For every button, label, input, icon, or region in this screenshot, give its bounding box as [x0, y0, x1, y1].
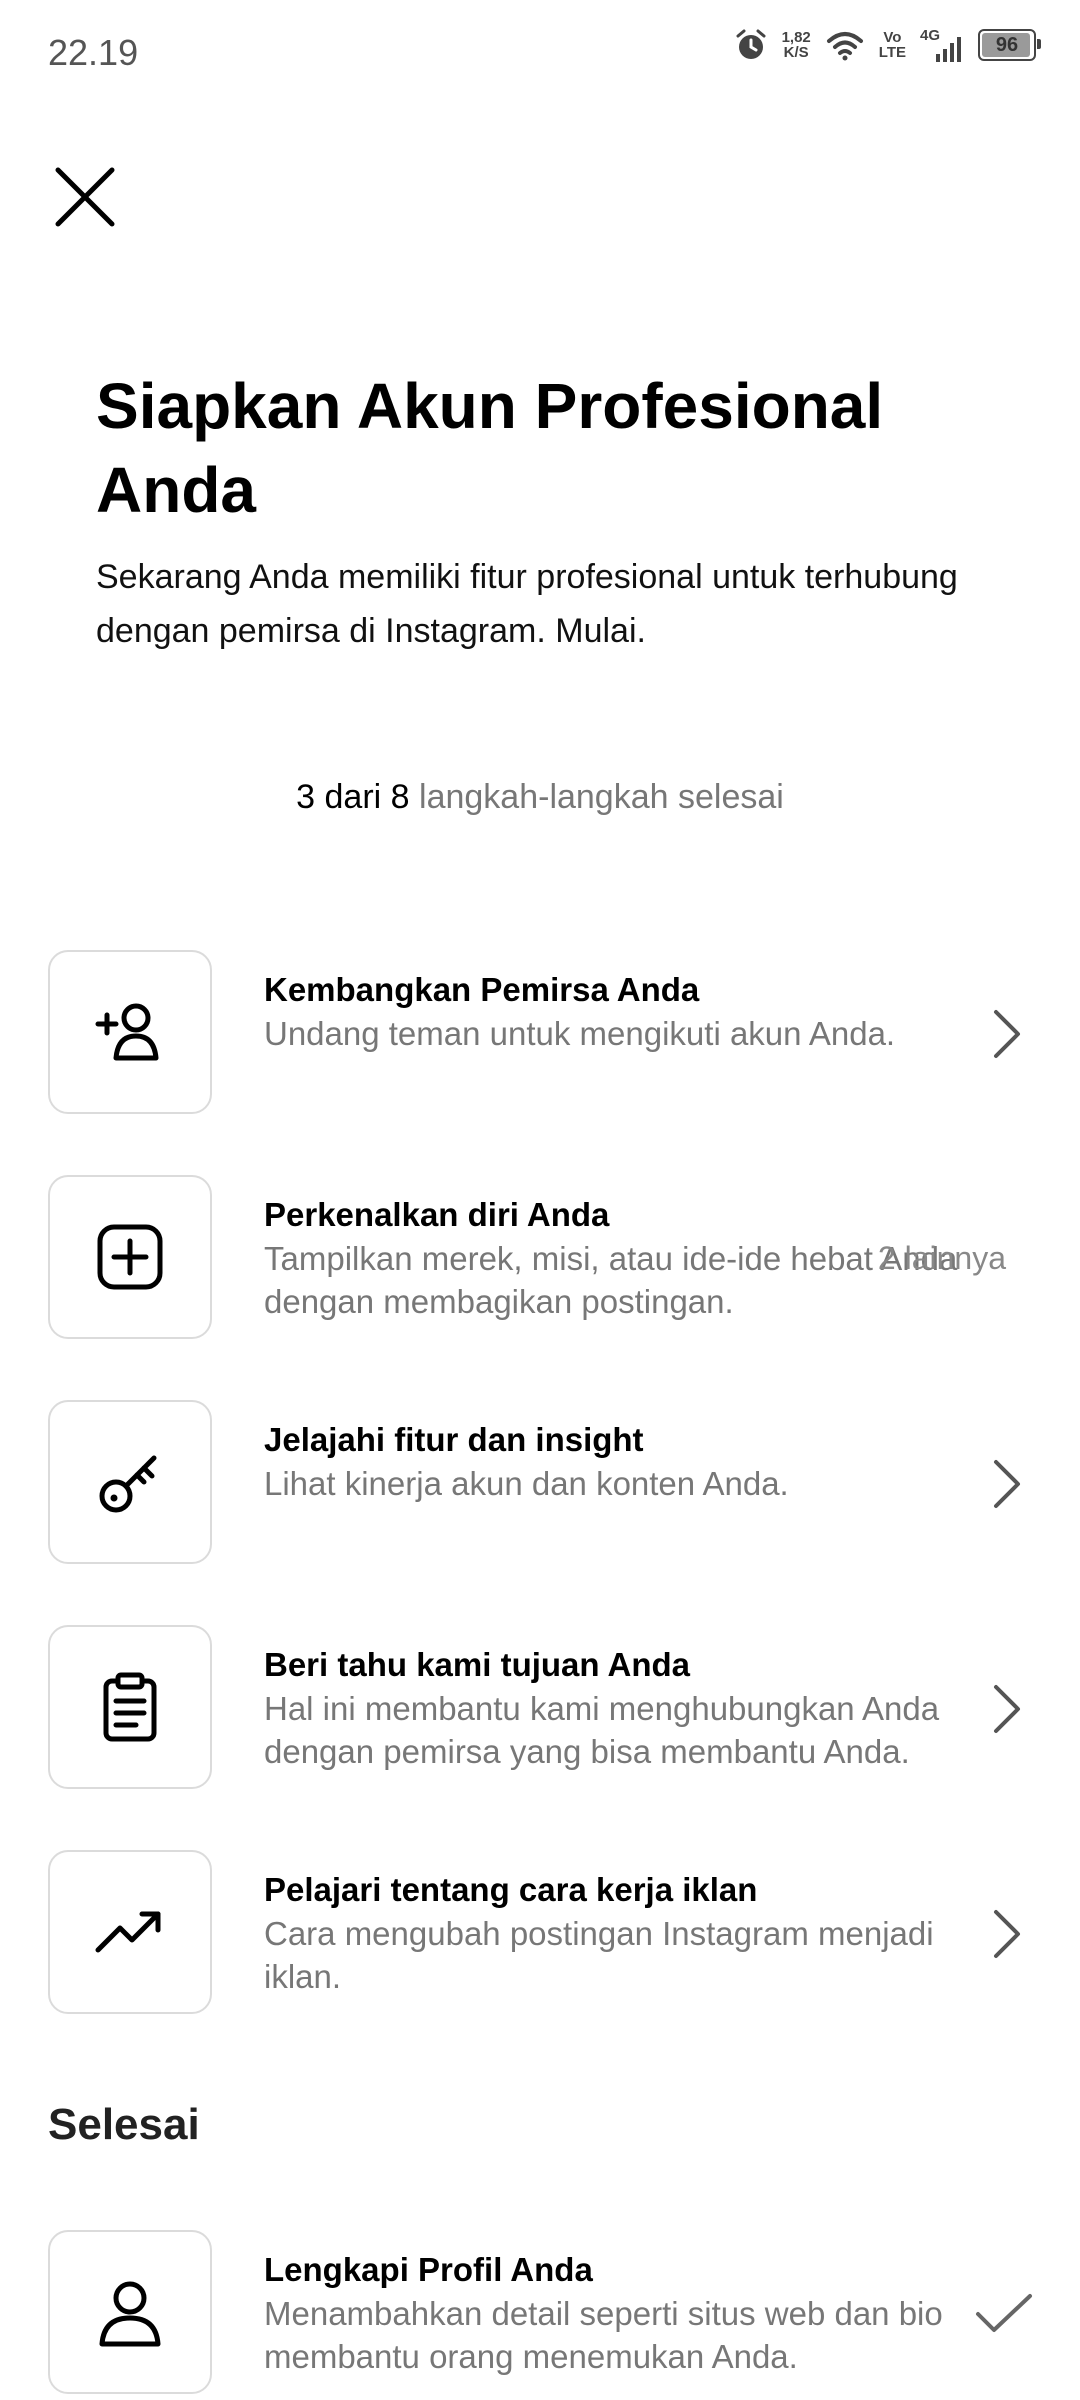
step-icon-tile — [48, 950, 212, 1114]
battery-cap — [1037, 39, 1041, 49]
volte-bottom: LTE — [878, 44, 906, 61]
step-title: Pelajari tentang cara kerja iklan — [264, 1871, 758, 1908]
step-explore-insights[interactable]: Jelajahi fitur dan insight Lihat kinerja… — [48, 1400, 1038, 1568]
page-subtitle: Sekarang Anda memiliki fitur profesional… — [96, 558, 958, 650]
step-text: Pelajari tentang cara kerja iklan Cara m… — [264, 1868, 964, 1998]
volte-top: Vo — [883, 29, 902, 46]
progress-rest: langkah-langkah selesai — [419, 778, 784, 816]
status-icons: 1,82 K/S Vo LTE 4G 96 — [734, 28, 1041, 62]
alarm-icon — [736, 29, 766, 59]
step-text: Lengkapi Profil Anda Menambahkan detail … — [264, 2248, 964, 2378]
step-icon-tile — [48, 1625, 212, 1789]
close-icon — [55, 167, 115, 227]
wifi-icon — [826, 32, 863, 61]
step-title: Jelajahi fitur dan insight — [264, 1421, 644, 1458]
net-speed-unit: K/S — [783, 44, 809, 61]
chevron-right-icon — [994, 1910, 1020, 1958]
net-speed-value: 1,82 — [781, 29, 811, 46]
step-icon-tile — [48, 1175, 212, 1339]
step-text: Beri tahu kami tujuan Anda Hal ini memba… — [264, 1643, 964, 1773]
page-title: Siapkan Akun Profesional Anda — [96, 370, 884, 526]
person-icon — [99, 2281, 161, 2347]
signal-strength: 4G — [920, 28, 964, 62]
chevron-right-icon — [994, 1685, 1020, 1733]
step-icon-tile — [48, 1850, 212, 2014]
step-icon-tile — [48, 1400, 212, 1564]
net-speed: 1,82 K/S — [782, 30, 811, 60]
completed-section-title: Selesai — [48, 2100, 200, 2149]
battery-icon: 96 — [978, 29, 1041, 61]
clipboard-icon — [103, 1672, 157, 1742]
trending-up-icon — [95, 1911, 161, 1953]
step-title: Beri tahu kami tujuan Anda — [264, 1646, 691, 1683]
step-text: Perkenalkan diri Anda Tampilkan merek, m… — [264, 1193, 964, 1323]
step-learn-ads[interactable]: Pelajari tentang cara kerja iklan Cara m… — [48, 1850, 1038, 2018]
close-button[interactable] — [50, 162, 120, 232]
add-post-icon — [97, 1224, 163, 1290]
step-description: Cara mengubah postingan Instagram menjad… — [264, 1915, 934, 1995]
more-steps-label: 2 lainnya — [877, 1240, 1006, 1276]
step-text: Jelajahi fitur dan insight Lihat kinerja… — [264, 1418, 964, 1505]
step-tell-goals[interactable]: Beri tahu kami tujuan Anda Hal ini memba… — [48, 1625, 1038, 1793]
step-description: Menambahkan detail seperti situs web dan… — [264, 2295, 943, 2375]
step-grow-audience[interactable]: Kembangkan Pemirsa Anda Undang teman unt… — [48, 950, 1038, 1118]
step-title: Lengkapi Profil Anda — [264, 2251, 593, 2288]
step-title: Perkenalkan diri Anda — [264, 1196, 610, 1233]
step-text: Kembangkan Pemirsa Anda Undang teman unt… — [264, 968, 964, 1055]
chevron-right-icon — [994, 1010, 1020, 1058]
checkmark-icon — [976, 2294, 1032, 2332]
step-icon-tile — [48, 2230, 212, 2394]
battery-level: 96 — [995, 33, 1019, 56]
status-bar: 22.19 1,82 K/S Vo LTE 4G 96 — [0, 0, 1080, 110]
signal-icon — [936, 37, 961, 62]
progress-done: 3 dari 8 — [296, 778, 410, 816]
completed-complete-profile[interactable]: Lengkapi Profil Anda Menambahkan detail … — [48, 2230, 1038, 2398]
add-person-icon — [95, 1003, 159, 1061]
step-description: Tampilkan merek, misi, atau ide-ide heba… — [264, 1240, 958, 1320]
step-title: Kembangkan Pemirsa Anda — [264, 971, 700, 1008]
key-icon — [99, 1455, 157, 1513]
chevron-right-icon — [994, 1460, 1020, 1508]
step-description: Hal ini membantu kami menghubungkan Anda… — [264, 1690, 940, 1770]
step-description: Lihat kinerja akun dan konten Anda. — [264, 1465, 789, 1502]
step-description: Undang teman untuk mengikuti akun Anda. — [264, 1015, 896, 1052]
progress-indicator: 3 dari 8 langkah-langkah selesai — [0, 778, 1080, 817]
status-time: 22.19 — [48, 32, 139, 73]
volte-indicator: Vo LTE — [879, 30, 906, 60]
